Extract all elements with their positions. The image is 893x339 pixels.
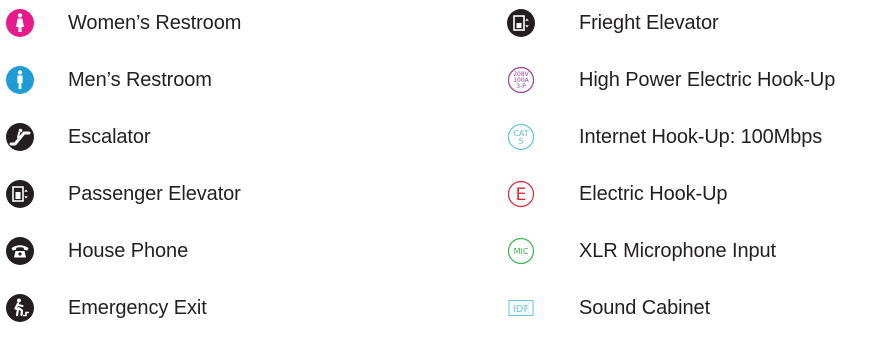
legend-item-freight-elevator: Frieght Elevator — [505, 3, 719, 43]
legend-label: High Power Electric Hook-Up — [579, 68, 836, 91]
microphone-glyph: MIC — [514, 247, 529, 256]
legend-item-internet: CAT 5 Internet Hook-Up: 100Mbps — [505, 117, 822, 157]
house-phone-icon — [4, 235, 36, 267]
electric-icon: E — [505, 178, 537, 210]
legend-label: Women’s Restroom — [68, 11, 242, 34]
sound-cabinet-icon: IDF — [505, 292, 537, 324]
legend-label: Internet Hook-Up: 100Mbps — [579, 125, 823, 148]
legend-item-high-power-electric: 208V 100A 3-P High Power Electric Hook-U… — [505, 60, 835, 100]
legend-item-men-restroom: Men’s Restroom — [4, 60, 212, 100]
legend-item-women-restroom: Women’s Restroom — [4, 3, 241, 43]
internet-icon: CAT 5 — [505, 121, 537, 153]
men-restroom-icon — [4, 64, 36, 96]
legend-item-sound-cabinet: IDF Sound Cabinet — [505, 288, 710, 328]
legend-label: Passenger Elevator — [68, 182, 241, 205]
internet-line-2: 5 — [518, 137, 523, 146]
high-power-line-3: 3-P — [516, 83, 526, 90]
freight-elevator-icon — [505, 7, 537, 39]
legend-item-emergency-exit: Emergency Exit — [4, 288, 207, 328]
electric-glyph: E — [516, 185, 527, 205]
legend-label: Men’s Restroom — [68, 68, 212, 91]
legend-label: Sound Cabinet — [579, 296, 711, 319]
legend-label: XLR Microphone Input — [579, 239, 777, 262]
legend-item-microphone: MIC XLR Microphone Input — [505, 231, 776, 271]
high-power-electric-icon: 208V 100A 3-P — [505, 64, 537, 96]
sound-cabinet-glyph: IDF — [513, 304, 530, 315]
legend-label: Electric Hook-Up — [579, 182, 728, 205]
microphone-icon: MIC — [505, 235, 537, 267]
legend-item-house-phone: House Phone — [4, 231, 188, 271]
legend-label: Frieght Elevator — [579, 11, 719, 34]
legend-item-escalator: Escalator — [4, 117, 151, 157]
legend-label: Escalator — [68, 125, 151, 148]
emergency-exit-icon — [4, 292, 36, 324]
women-restroom-icon — [4, 7, 36, 39]
legend-label: Emergency Exit — [68, 296, 207, 319]
legend-item-passenger-elevator: Passenger Elevator — [4, 174, 241, 214]
legend-item-electric: E Electric Hook-Up — [505, 174, 728, 214]
escalator-icon — [4, 121, 36, 153]
passenger-elevator-icon — [4, 178, 36, 210]
legend-label: House Phone — [68, 239, 189, 262]
